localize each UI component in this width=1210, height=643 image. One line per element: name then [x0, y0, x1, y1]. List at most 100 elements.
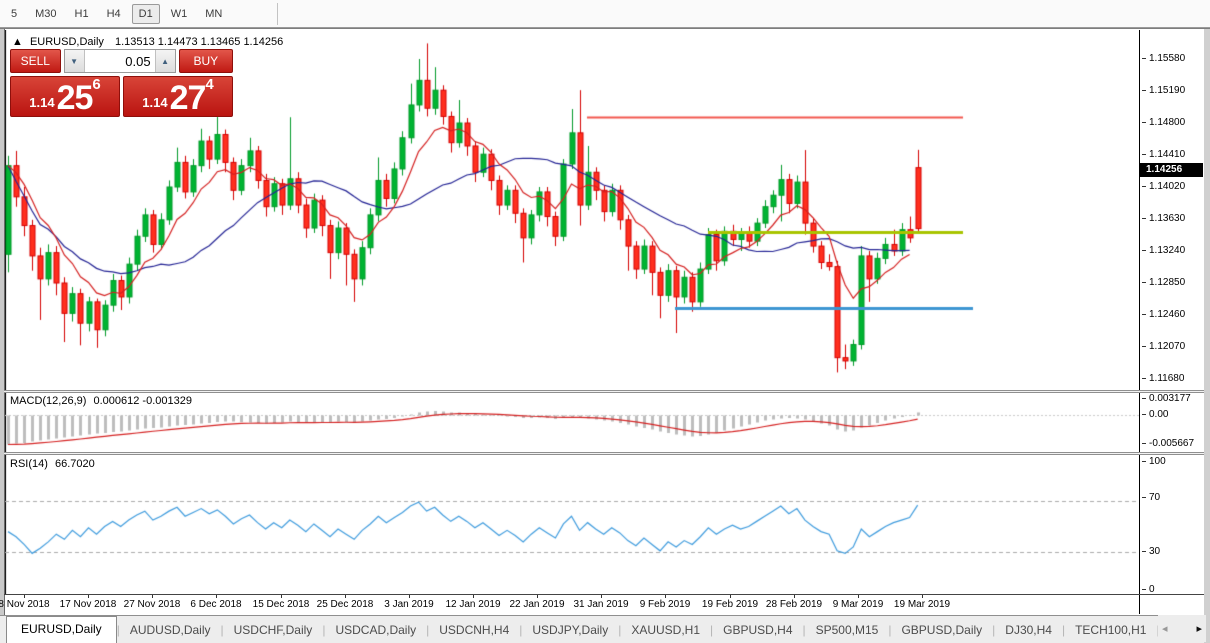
- buy-button[interactable]: BUY: [179, 49, 233, 73]
- price-axis-tick: 1.13240: [1142, 245, 1185, 256]
- tab-scroll-left-icon[interactable]: ◂: [1162, 622, 1168, 635]
- date-axis-label: 9 Mar 2019: [833, 599, 884, 610]
- macd-axis-tick: -0.005667: [1142, 438, 1194, 449]
- date-axis-label: 15 Dec 2018: [253, 599, 310, 610]
- date-tick-mark: [281, 595, 282, 598]
- date-tick-mark: [88, 595, 89, 598]
- rsi-indicator-label: RSI(14) 66.7020: [10, 458, 95, 470]
- date-axis-label: 19 Mar 2019: [894, 599, 950, 610]
- rsi-value: 66.7020: [55, 458, 95, 470]
- pane-splitter-rsi[interactable]: [4, 452, 1204, 455]
- chart-tab-xauusd-h1[interactable]: XAUUSD,H1: [621, 618, 710, 643]
- toolbar-separator: [277, 3, 278, 25]
- rsi-pane-border: [4, 594, 1204, 595]
- timeframe-button-w1[interactable]: W1: [164, 4, 195, 24]
- volume-down-icon[interactable]: ▼: [65, 50, 85, 72]
- tick-dash: [1142, 90, 1146, 91]
- symbol-marker-icon: ▲: [12, 36, 23, 48]
- one-click-trading-panel: SELL ▼ ▲ BUY 1.14 25 6 1.14 27 4: [10, 49, 233, 117]
- price-axis-tick: 1.14410: [1142, 149, 1185, 160]
- pane-splitter-macd[interactable]: [4, 390, 1204, 393]
- current-price-tag: 1.14256: [1140, 163, 1203, 177]
- sell-button[interactable]: SELL: [10, 49, 61, 73]
- tick-dash: [1142, 154, 1146, 155]
- buy-price-prefix: 1.14: [142, 93, 167, 113]
- tick-dash: [1142, 497, 1146, 498]
- tick-dash: [1142, 551, 1146, 552]
- date-tick-mark: [537, 595, 538, 598]
- tick-dash: [1142, 250, 1146, 251]
- macd-values: 0.000612 -0.001329: [93, 395, 191, 407]
- rsi-chart-canvas[interactable]: [5, 455, 1139, 594]
- date-axis-label: 9 Feb 2019: [640, 599, 691, 610]
- window-right-edge: [1204, 29, 1210, 643]
- timeframe-button-h1[interactable]: H1: [68, 4, 96, 24]
- date-axis-label: 27 Nov 2018: [124, 599, 181, 610]
- macd-indicator-label: MACD(12,26,9) 0.000612 -0.001329: [10, 395, 192, 407]
- date-tick-mark: [601, 595, 602, 598]
- date-axis-label: 25 Dec 2018: [317, 599, 374, 610]
- tick-dash: [1142, 58, 1146, 59]
- tick-dash: [1142, 218, 1146, 219]
- date-tick-mark: [409, 595, 410, 598]
- date-axis-label: 6 Dec 2018: [190, 599, 241, 610]
- tick-dash: [1142, 282, 1146, 283]
- tick-dash: [1142, 589, 1146, 590]
- macd-name: MACD(12,26,9): [10, 395, 86, 407]
- chart-tab-usdchf-daily[interactable]: USDCHF,Daily: [224, 618, 323, 643]
- chart-tab-eurusd-daily[interactable]: EURUSD,Daily: [6, 616, 117, 643]
- date-axis-label: 12 Jan 2019: [445, 599, 500, 610]
- buy-price-pipette: 4: [205, 79, 213, 91]
- date-axis-label: 3 Jan 2019: [384, 599, 434, 610]
- timeframe-toolbar: 5M30H1H4D1W1MN: [0, 0, 1210, 28]
- tab-scroll-right-icon[interactable]: ▸: [1196, 622, 1202, 635]
- tick-dash: [1142, 414, 1146, 415]
- chart-tab-gbpusd-daily[interactable]: GBPUSD,Daily: [891, 618, 992, 643]
- chart-symbol: EURUSD,Daily: [30, 36, 104, 48]
- macd-axis-tick: 0.003177: [1142, 393, 1191, 404]
- rsi-axis-tick: 100: [1142, 456, 1166, 467]
- timeframe-button-m30[interactable]: M30: [28, 4, 63, 24]
- volume-input[interactable]: [85, 50, 155, 72]
- sell-price-pipette: 6: [92, 79, 100, 91]
- rsi-axis-tick: 70: [1142, 492, 1160, 503]
- price-axis-tick: 1.14020: [1142, 181, 1185, 192]
- volume-up-icon[interactable]: ▲: [155, 50, 175, 72]
- sell-price-prefix: 1.14: [29, 93, 54, 113]
- chart-tab-usdjpy-daily[interactable]: USDJPY,Daily: [522, 618, 618, 643]
- timeframe-button-mn[interactable]: MN: [198, 4, 229, 24]
- date-tick-mark: [794, 595, 795, 598]
- buy-price-panel[interactable]: 1.14 27 4: [123, 76, 233, 117]
- timeframe-button-h4[interactable]: H4: [100, 4, 128, 24]
- date-tick-mark: [858, 595, 859, 598]
- price-axis-tick: 1.15580: [1142, 53, 1185, 64]
- date-axis-label: 19 Feb 2019: [702, 599, 758, 610]
- chart-tab-tech100-h1[interactable]: TECH100,H1: [1065, 618, 1156, 643]
- date-tick-mark: [345, 595, 346, 598]
- price-axis-tick: 1.12850: [1142, 277, 1185, 288]
- date-tick-mark: [216, 595, 217, 598]
- macd-axis-tick: 0.00: [1142, 409, 1168, 420]
- date-tick-mark: [24, 595, 25, 598]
- tick-dash: [1142, 461, 1146, 462]
- price-scale[interactable]: 1.155801.151901.148001.144101.140201.136…: [1139, 30, 1204, 614]
- price-axis-tick: 1.14800: [1142, 117, 1185, 128]
- sell-price-panel[interactable]: 1.14 25 6: [10, 76, 120, 117]
- chart-tab-dj30-h4[interactable]: DJ30,H4: [995, 618, 1062, 643]
- chart-tab-usdcad-daily[interactable]: USDCAD,Daily: [325, 618, 426, 643]
- tick-dash: [1142, 398, 1146, 399]
- chart-tab-audusd-daily[interactable]: AUDUSD,Daily: [120, 618, 221, 643]
- timeframe-button-d1[interactable]: D1: [132, 4, 160, 24]
- buy-price-big: 27: [170, 83, 206, 113]
- date-tick-mark: [152, 595, 153, 598]
- chart-tab-sp500-m15[interactable]: SP500,M15: [806, 618, 889, 643]
- chart-tab-gbpusd-h4[interactable]: GBPUSD,H4: [713, 618, 802, 643]
- date-axis-label: 22 Jan 2019: [509, 599, 564, 610]
- chart-tab-usdcnh-h4[interactable]: USDCNH,H4: [429, 618, 519, 643]
- time-scale[interactable]: 8 Nov 201817 Nov 201827 Nov 20186 Dec 20…: [5, 595, 1139, 614]
- price-axis-tick: 1.15190: [1142, 85, 1185, 96]
- tick-dash: [1142, 378, 1146, 379]
- timeframe-button-5[interactable]: 5: [4, 4, 24, 24]
- date-axis-label: 28 Feb 2019: [766, 599, 822, 610]
- chart-header: ▲ EURUSD,Daily 1.13513 1.14473 1.13465 1…: [12, 36, 283, 48]
